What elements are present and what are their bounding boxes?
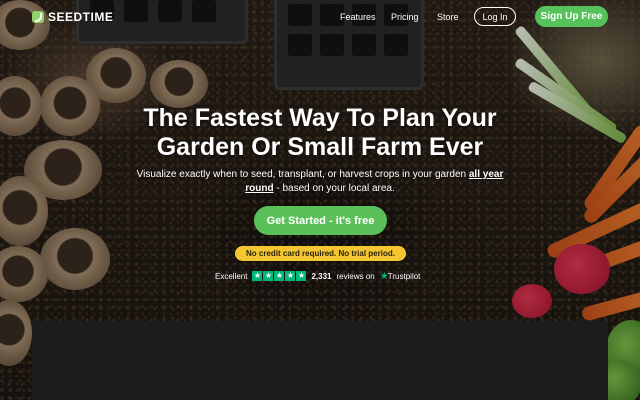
subtext-tail: - based on your local area. — [276, 183, 395, 194]
nav-link-features[interactable]: Features — [340, 12, 376, 22]
trustpilot-widget[interactable]: Excellent ★ ★ ★ ★ ★ 2,331 reviews on ★ T… — [215, 269, 420, 283]
star-icon: ★ — [296, 271, 307, 281]
subtext-main: Visualize exactly when to seed, transpla… — [136, 169, 467, 180]
hero-subtext: Visualize exactly when to seed, transpla… — [128, 168, 512, 196]
top-nav: SEEDTIME Features Pricing Store Log In S… — [0, 0, 640, 34]
star-icon: ★ — [285, 271, 296, 281]
reviews-text: reviews on — [336, 271, 375, 281]
headline-line-1: The Fastest Way To Plan Your — [143, 104, 497, 132]
seedtime-logo[interactable]: SEEDTIME — [32, 10, 113, 24]
nav-link-store[interactable]: Store — [437, 12, 459, 22]
trustpilot-name: Trustpilot — [387, 271, 421, 281]
get-started-button[interactable]: Get Started - it's free — [254, 206, 387, 235]
rating-stars: ★ ★ ★ ★ ★ — [252, 271, 307, 281]
star-icon: ★ — [274, 271, 285, 281]
no-credit-card-badge: No credit card required. No trial period… — [235, 246, 406, 261]
login-button[interactable]: Log In — [474, 7, 516, 26]
star-icon: ★ — [263, 271, 274, 281]
headline-line-2: Garden Or Small Farm Ever — [156, 133, 484, 161]
brand-name: SEEDTIME — [48, 10, 114, 24]
star-icon: ★ — [252, 271, 263, 281]
signup-button[interactable]: Sign Up Free — [535, 6, 608, 27]
nav-link-pricing[interactable]: Pricing — [391, 12, 419, 22]
hero-headline: The Fastest Way To Plan Your Garden Or S… — [0, 104, 640, 162]
demo-video-panel[interactable] — [32, 321, 608, 400]
rating-word: Excellent — [215, 271, 248, 281]
seedling-logo-icon — [32, 11, 44, 23]
reviews-count: 2,331 — [311, 271, 332, 281]
